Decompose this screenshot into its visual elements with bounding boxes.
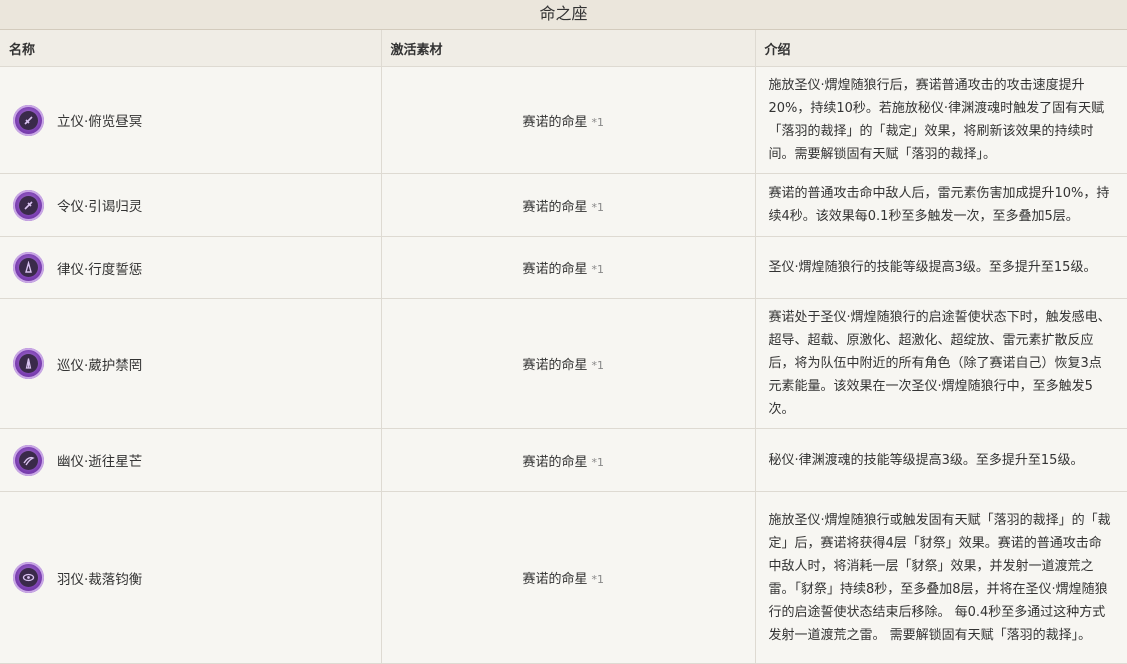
description-cell: 秘仪·律渊渡魂的技能等级提高3级。至多提升至15级。 [755, 428, 1127, 492]
constellation-name[interactable]: 令仪·引谒归灵 [57, 195, 142, 215]
table-row: 幽仪·逝往星芒 赛诺的命星 *1 秘仪·律渊渡魂的技能等级提高3级。至多提升至15… [0, 428, 1127, 492]
name-cell: 令仪·引谒归灵 [0, 173, 382, 237]
description-cell: 施放圣仪·煟煌随狼行或触发固有天赋「落羽的裁择」的「裁定」后，赛诺将获得4层「豺… [755, 491, 1127, 664]
page-title: 命之座 [0, 0, 1127, 30]
table-row: 巡仪·葳护禁罔 赛诺的命星 *1 赛诺处于圣仪·煟煌随狼行的启途誓使状态下时，触发… [0, 298, 1127, 429]
constellation-5-icon[interactable] [13, 444, 44, 476]
name-cell: 律仪·行度誓惩 [0, 236, 382, 299]
description-cell: 赛诺的普通攻击命中敌人后，雷元素伤害加成提升10%，持续4秒。该效果每0.1秒至… [755, 173, 1127, 237]
constellation-name[interactable]: 幽仪·逝往星芒 [57, 450, 142, 470]
column-header-name: 名称 [0, 30, 382, 67]
constellation-name[interactable]: 律仪·行度誓惩 [57, 258, 142, 278]
material-cell: 赛诺的命星 *1 [381, 66, 756, 174]
material-qty: *1 [591, 455, 605, 469]
material-qty: *1 [591, 115, 605, 129]
constellation-2-icon[interactable] [13, 189, 44, 221]
material-name[interactable]: 赛诺的命星 [523, 200, 588, 215]
description-cell: 赛诺处于圣仪·煟煌随狼行的启途誓使状态下时，触发感电、超导、超载、原激化、超激化… [755, 298, 1127, 429]
constellation-table: 名称 激活素材 介绍 立仪·俯览昼冥 赛诺的命星 *1 施放圣仪·煟煌随狼行后，赛… [0, 30, 1127, 664]
material-cell: 赛诺的命星 *1 [381, 173, 756, 237]
constellation-name[interactable]: 羽仪·裁落钧衡 [57, 568, 142, 588]
material-name[interactable]: 赛诺的命星 [523, 572, 588, 587]
material-name[interactable]: 赛诺的命星 [523, 115, 588, 130]
table-row: 令仪·引谒归灵 赛诺的命星 *1 赛诺的普通攻击命中敌人后，雷元素伤害加成提升10… [0, 173, 1127, 237]
material-name[interactable]: 赛诺的命星 [523, 455, 588, 470]
material-cell: 赛诺的命星 *1 [381, 428, 756, 492]
table-row: 律仪·行度誓惩 赛诺的命星 *1 圣仪·煟煌随狼行的技能等级提高3级。至多提升至1… [0, 236, 1127, 299]
material-cell: 赛诺的命星 *1 [381, 236, 756, 299]
constellation-3-icon[interactable] [13, 252, 44, 283]
material-qty: *1 [591, 263, 605, 276]
material-qty: *1 [591, 200, 605, 214]
constellation-name[interactable]: 巡仪·葳护禁罔 [57, 354, 142, 374]
material-name[interactable]: 赛诺的命星 [523, 358, 588, 373]
constellation-1-icon[interactable] [13, 104, 44, 136]
name-cell: 羽仪·裁落钧衡 [0, 491, 382, 664]
constellation-6-icon[interactable] [13, 562, 44, 593]
table-header-row: 名称 激活素材 介绍 [0, 30, 1127, 67]
name-cell: 巡仪·葳护禁罔 [0, 298, 382, 429]
column-header-description: 介绍 [755, 30, 1127, 67]
name-cell: 幽仪·逝往星芒 [0, 428, 382, 492]
material-qty: *1 [591, 573, 605, 586]
name-cell: 立仪·俯览昼冥 [0, 66, 382, 174]
material-cell: 赛诺的命星 *1 [381, 491, 756, 664]
column-header-material: 激活素材 [381, 30, 756, 67]
material-cell: 赛诺的命星 *1 [381, 298, 756, 429]
table-row: 立仪·俯览昼冥 赛诺的命星 *1 施放圣仪·煟煌随狼行后，赛诺普通攻击的攻击速度提… [0, 66, 1127, 174]
constellation-name[interactable]: 立仪·俯览昼冥 [57, 110, 142, 130]
material-name[interactable]: 赛诺的命星 [523, 262, 588, 277]
constellation-4-icon[interactable] [13, 348, 44, 379]
description-cell: 圣仪·煟煌随狼行的技能等级提高3级。至多提升至15级。 [755, 236, 1127, 299]
table-row: 羽仪·裁落钧衡 赛诺的命星 *1 施放圣仪·煟煌随狼行或触发固有天赋「落羽的裁择」… [0, 491, 1127, 664]
description-cell: 施放圣仪·煟煌随狼行后，赛诺普通攻击的攻击速度提升20%，持续10秒。若施放秘仪… [755, 66, 1127, 174]
material-qty: *1 [591, 359, 605, 372]
